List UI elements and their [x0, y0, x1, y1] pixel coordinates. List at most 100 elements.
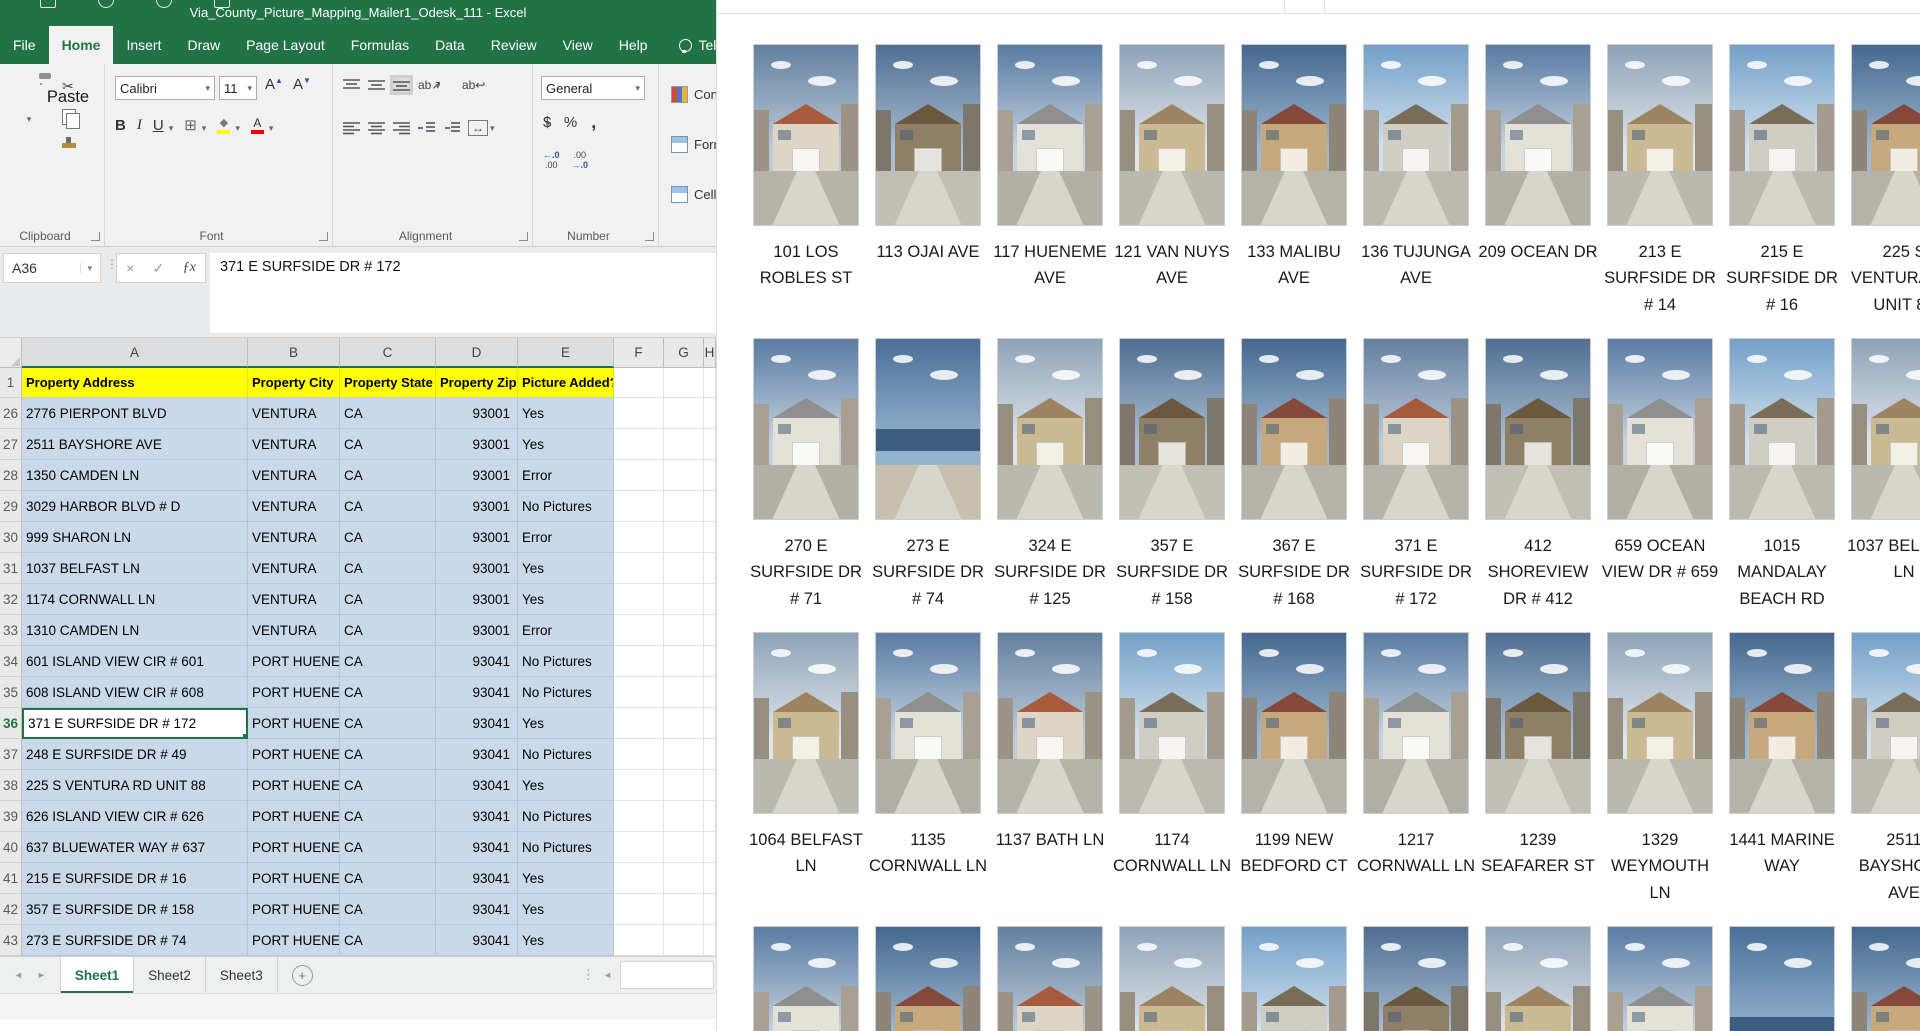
cell[interactable]: 93001 [436, 398, 518, 429]
photo-thumbnail[interactable] [875, 926, 981, 1031]
cell[interactable]: No Pictures [518, 739, 614, 770]
photo-thumbnail[interactable] [1119, 44, 1225, 226]
column-header-F[interactable]: F [614, 338, 664, 368]
row-header[interactable]: 38 [0, 770, 22, 801]
cell[interactable]: Error [518, 460, 614, 491]
top-align-icon[interactable] [343, 78, 360, 92]
cut-button[interactable]: ✂ [62, 78, 76, 95]
cell[interactable] [614, 491, 664, 522]
column-header-G[interactable]: G [664, 338, 704, 368]
cell[interactable]: Error [518, 522, 614, 553]
tab-home[interactable]: Home [48, 26, 114, 64]
photo-thumbnail[interactable] [1607, 338, 1713, 520]
cell[interactable]: 93001 [436, 522, 518, 553]
borders-dropdown-icon[interactable]: ▾ [202, 123, 207, 134]
hscroll-left-icon[interactable]: ◄ [603, 970, 612, 980]
new-sheet-button[interactable]: + [291, 964, 313, 986]
tab-data[interactable]: Data [422, 26, 478, 64]
cell[interactable] [614, 429, 664, 460]
conditional-formatting-button[interactable]: Condi [671, 86, 716, 103]
cell[interactable] [664, 429, 704, 460]
comma-button[interactable]: , [591, 112, 596, 133]
cell[interactable] [704, 708, 716, 739]
row-header[interactable]: 35 [0, 677, 22, 708]
merge-dropdown-icon[interactable]: ▾ [490, 123, 495, 134]
cell[interactable] [614, 677, 664, 708]
row-header[interactable]: 33 [0, 615, 22, 646]
select-all-corner[interactable] [0, 338, 22, 368]
column-header-C[interactable]: C [340, 338, 436, 368]
cell[interactable]: 93001 [436, 491, 518, 522]
paste-dropdown-icon[interactable]: ▾ [27, 114, 32, 124]
fill-dropdown-icon[interactable]: ▾ [235, 123, 240, 134]
photo-thumbnail[interactable] [997, 632, 1103, 814]
photo-thumbnail[interactable] [875, 632, 981, 814]
cell[interactable] [614, 522, 664, 553]
cell[interactable]: 248 E SURFSIDE DR # 49 [22, 739, 248, 770]
bold-button[interactable]: B [115, 117, 126, 134]
photo-thumbnail[interactable] [875, 338, 981, 520]
cell[interactable] [704, 553, 716, 584]
cell[interactable]: 3029 HARBOR BLVD # D [22, 491, 248, 522]
cell[interactable]: Property Address [22, 368, 248, 398]
sheet-tab-sheet1[interactable]: Sheet1 [59, 957, 135, 993]
font-color-dropdown-icon[interactable]: ▾ [269, 123, 274, 134]
cell[interactable]: Yes [518, 708, 614, 739]
cell[interactable]: 93041 [436, 801, 518, 832]
column-header-D[interactable]: D [436, 338, 518, 368]
row-header[interactable]: 42 [0, 894, 22, 925]
formula-input[interactable]: 371 E SURFSIDE DR # 172 [210, 253, 716, 333]
cell[interactable] [704, 863, 716, 894]
increase-indent-icon[interactable] [443, 121, 460, 135]
photo-thumbnail[interactable] [1485, 338, 1591, 520]
cell[interactable]: 626 ISLAND VIEW CIR # 626 [22, 801, 248, 832]
cell[interactable]: 2511 BAYSHORE AVE [22, 429, 248, 460]
row-header[interactable]: 32 [0, 584, 22, 615]
photo-thumbnail[interactable] [1729, 926, 1835, 1031]
row-header[interactable]: 37 [0, 739, 22, 770]
photo-thumbnail[interactable] [1851, 632, 1920, 814]
cell[interactable]: 93041 [436, 925, 518, 956]
cell[interactable]: CA [340, 522, 436, 553]
cell[interactable] [704, 894, 716, 925]
cell[interactable]: Yes [518, 553, 614, 584]
photo-thumbnail[interactable] [1241, 632, 1347, 814]
tab-formulas[interactable]: Formulas [338, 26, 422, 64]
sheet-tab-sheet3[interactable]: Sheet3 [206, 957, 278, 993]
cell[interactable]: PORT HUENEME [248, 925, 340, 956]
cell[interactable]: CA [340, 739, 436, 770]
copy-button[interactable] [62, 109, 80, 129]
cell[interactable] [704, 460, 716, 491]
cell[interactable]: Property State [340, 368, 436, 398]
row-header[interactable]: 26 [0, 398, 22, 429]
cell[interactable]: Yes [518, 925, 614, 956]
cell[interactable] [664, 368, 704, 398]
photo-thumbnail[interactable] [1363, 44, 1469, 226]
percent-button[interactable]: % [564, 114, 577, 131]
horizontal-scrollbar[interactable] [620, 961, 714, 989]
cell[interactable] [614, 770, 664, 801]
cell[interactable]: CA [340, 460, 436, 491]
cell[interactable] [704, 429, 716, 460]
cell[interactable]: PORT HUENEME [248, 863, 340, 894]
tab-insert[interactable]: Insert [113, 26, 174, 64]
tab-file[interactable]: File [0, 26, 49, 64]
cell[interactable] [704, 522, 716, 553]
cell[interactable] [664, 770, 704, 801]
cell[interactable]: 1350 CAMDEN LN [22, 460, 248, 491]
cell[interactable]: 93041 [436, 770, 518, 801]
cell[interactable]: CA [340, 708, 436, 739]
cell[interactable]: 93041 [436, 646, 518, 677]
cell[interactable]: PORT HUENEME [248, 801, 340, 832]
cell[interactable] [614, 832, 664, 863]
cell[interactable] [704, 801, 716, 832]
cell[interactable]: Yes [518, 398, 614, 429]
row-header[interactable]: 43 [0, 925, 22, 956]
increase-decimal-button[interactable]: ←.0.00 [543, 150, 560, 171]
cell[interactable]: PORT HUENEME [248, 646, 340, 677]
column-header-H[interactable]: H [704, 338, 716, 368]
photo-thumbnail[interactable] [1729, 338, 1835, 520]
cell[interactable]: 93041 [436, 863, 518, 894]
cell[interactable]: CA [340, 398, 436, 429]
cell[interactable]: Yes [518, 863, 614, 894]
